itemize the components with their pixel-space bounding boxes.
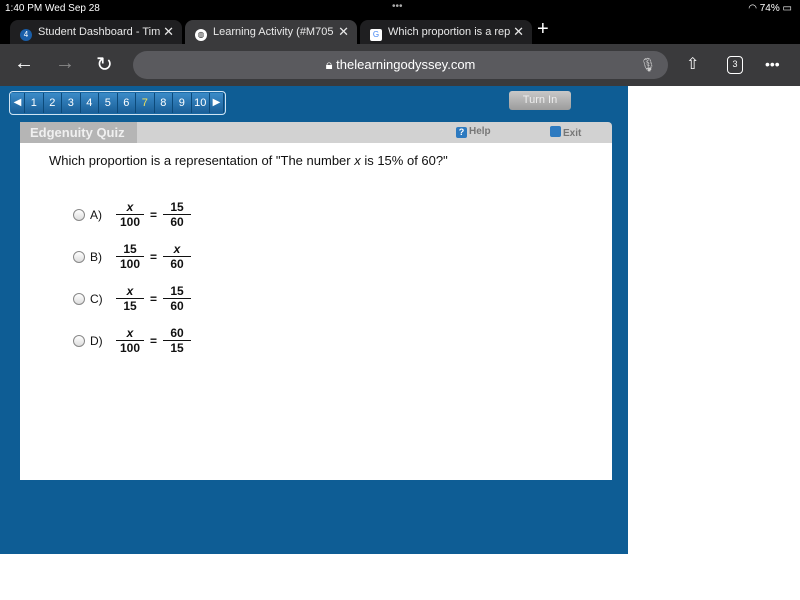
wifi-icon: ◠ xyxy=(748,3,760,14)
exit-icon xyxy=(550,126,561,137)
fraction: 60 15 xyxy=(163,326,192,355)
microphone-icon[interactable]: 🎙︎ xyxy=(639,51,656,79)
question-navigator: ◀ 1 2 3 4 5 6 7 8 9 10 ▶ xyxy=(9,91,226,115)
radio-button[interactable] xyxy=(73,334,85,347)
status-time: 1:40 PM Wed Sep 28 xyxy=(5,3,100,14)
option-label: C) xyxy=(90,291,103,306)
answer-option[interactable]: A) x 100 = 15 60 xyxy=(73,200,192,229)
equals-sign: = xyxy=(150,207,158,222)
tab-title: Student Dashboard - Tim xyxy=(38,26,161,38)
page-5[interactable]: 5 xyxy=(99,93,118,113)
forward-icon[interactable]: → xyxy=(55,52,75,75)
share-icon[interactable]: ⇧ xyxy=(686,54,699,74)
radio-button[interactable] xyxy=(73,208,85,221)
equals-sign: = xyxy=(150,291,158,306)
quiz-header: Edgenuity Quiz ? Help Exit xyxy=(20,122,612,143)
exit-button[interactable]: Exit xyxy=(550,126,581,139)
google-favicon-icon: G xyxy=(370,29,382,41)
radio-button[interactable] xyxy=(73,250,85,263)
fraction: x 100 xyxy=(116,200,144,229)
equals-sign: = xyxy=(150,333,158,348)
fraction: 15 100 xyxy=(116,242,144,271)
close-tab-icon[interactable]: ✕ xyxy=(338,24,349,40)
fraction: 15 60 xyxy=(163,284,192,313)
question-text: Which proportion is a representation of … xyxy=(49,153,448,168)
battery-level: 74% xyxy=(759,3,780,14)
answer-option[interactable]: D) x 100 = 60 15 xyxy=(73,326,192,355)
next-arrow-icon[interactable]: ▶ xyxy=(210,93,224,113)
page-10[interactable]: 10 xyxy=(191,93,210,113)
back-icon[interactable]: ← xyxy=(14,52,34,75)
lock-icon: 🔒︎ xyxy=(325,57,333,72)
radio-button[interactable] xyxy=(73,292,85,305)
tab-google-search[interactable]: G Which proportion is a rep ✕ xyxy=(360,20,532,46)
fraction: x 15 xyxy=(116,284,144,313)
answer-option[interactable]: B) 15 100 = x 60 xyxy=(73,242,192,271)
page-9[interactable]: 9 xyxy=(173,93,192,113)
option-label: B) xyxy=(90,249,102,264)
battery-icon: ▭ xyxy=(782,3,792,14)
browser-toolbar: ← → ↻ 🔒︎ thelearningodyssey.com 🎙︎ ⇧ 3 ••… xyxy=(0,44,800,86)
close-tab-icon[interactable]: ✕ xyxy=(513,24,524,40)
answer-option[interactable]: C) x 15 = 15 60 xyxy=(73,284,192,313)
question-panel: Which proportion is a representation of … xyxy=(20,143,612,480)
edgenuity-favicon-icon: 4 xyxy=(20,29,32,41)
help-button[interactable]: ? Help xyxy=(456,126,491,138)
url-text: thelearningodyssey.com xyxy=(336,57,476,72)
tab-title: Learning Activity (#M705 xyxy=(213,26,334,38)
tab-count-button[interactable]: 3 xyxy=(727,56,743,74)
turn-in-button[interactable]: Turn In xyxy=(509,91,571,110)
fraction: x 100 xyxy=(116,326,144,355)
page-3[interactable]: 3 xyxy=(62,93,81,113)
page-1[interactable]: 1 xyxy=(25,93,44,113)
new-tab-icon[interactable]: + xyxy=(537,18,549,41)
prev-arrow-icon[interactable]: ◀ xyxy=(11,93,25,113)
option-label: D) xyxy=(90,333,103,348)
tab-learning-activity[interactable]: ◍ Learning Activity (#M705 ✕ xyxy=(185,20,357,46)
reload-icon[interactable]: ↻ xyxy=(96,52,113,77)
page-2[interactable]: 2 xyxy=(43,93,62,113)
page-6[interactable]: 6 xyxy=(117,93,136,113)
help-icon: ? xyxy=(456,127,467,138)
address-bar[interactable]: 🔒︎ thelearningodyssey.com 🎙︎ xyxy=(133,51,668,79)
page-7-current[interactable]: 7 xyxy=(136,93,155,113)
multitask-dots-icon[interactable]: ••• xyxy=(392,1,403,12)
quiz-stage: ◀ 1 2 3 4 5 6 7 8 9 10 ▶ Turn In Edgenui… xyxy=(0,86,628,554)
close-tab-icon[interactable]: ✕ xyxy=(163,24,174,40)
equals-sign: = xyxy=(150,249,158,264)
page-4[interactable]: 4 xyxy=(80,93,99,113)
tab-student-dashboard[interactable]: 4 Student Dashboard - Tim ✕ xyxy=(10,20,182,46)
option-label: A) xyxy=(90,207,102,222)
fraction: x 60 xyxy=(163,242,192,271)
tab-bar: 4 Student Dashboard - Tim ✕ ◍ Learning Acti… xyxy=(0,18,800,46)
quiz-title: Edgenuity Quiz xyxy=(20,122,137,143)
status-bar: 1:40 PM Wed Sep 28 ••• ◠ 74% ▭ xyxy=(0,0,800,18)
fraction: 15 60 xyxy=(163,200,192,229)
page-8[interactable]: 8 xyxy=(154,93,173,113)
globe-icon: ◍ xyxy=(195,29,207,41)
tab-title: Which proportion is a rep xyxy=(388,26,511,38)
more-icon[interactable]: ••• xyxy=(765,56,780,72)
